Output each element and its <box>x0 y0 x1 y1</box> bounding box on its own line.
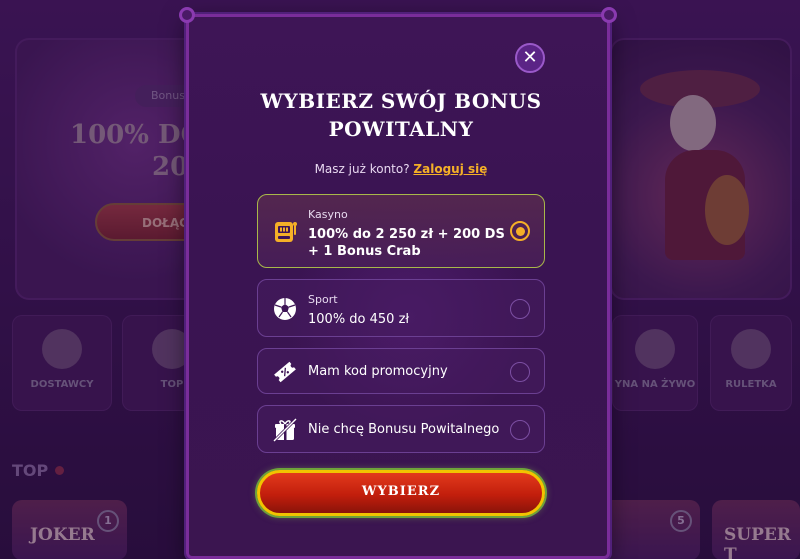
slot-machine-icon <box>275 222 297 242</box>
gift-crossed-icon <box>272 417 298 443</box>
option-value: 100% do 450 zł <box>308 312 410 327</box>
bonus-option-promo-code[interactable]: Mam kod promocyjny <box>257 348 545 394</box>
welcome-bonus-modal: ✕ WYBIERZ SWÓJ BONUS POWITALNY Masz już … <box>179 7 617 559</box>
bonus-option-casino[interactable]: Kasyno 100% do 2 250 zł + 200 DS + 1 Bon… <box>257 194 545 268</box>
option-value: Nie chcę Bonusu Powitalnego <box>308 422 500 437</box>
promo-ticket-icon <box>274 361 296 383</box>
modal-title: WYBIERZ SWÓJ BONUS POWITALNY <box>260 89 542 141</box>
soccer-ball-icon <box>274 298 296 320</box>
option-label: Kasyno <box>308 208 348 221</box>
radio-selected[interactable] <box>510 221 530 241</box>
bonus-option-no-bonus[interactable]: Nie chcę Bonusu Powitalnego <box>257 405 545 453</box>
choose-button[interactable]: WYBIERZ <box>257 470 545 516</box>
login-link[interactable]: Zaloguj się <box>413 162 487 176</box>
ornament-corner <box>179 7 195 23</box>
radio-unselected[interactable] <box>510 362 530 382</box>
option-value: Mam kod promocyjny <box>308 364 448 379</box>
bonus-option-sport[interactable]: Sport 100% do 450 zł <box>257 279 545 337</box>
login-prompt-text: Masz już konto? <box>314 162 410 176</box>
radio-unselected[interactable] <box>510 420 530 440</box>
close-button[interactable]: ✕ <box>515 43 545 73</box>
ornament-corner <box>601 7 617 23</box>
option-value: 100% do 2 250 zł + 200 DS + 1 Bonus Crab <box>308 227 505 259</box>
login-prompt-line: Masz już konto? Zaloguj się <box>189 162 613 176</box>
radio-unselected[interactable] <box>510 299 530 319</box>
option-label: Sport <box>308 293 338 306</box>
